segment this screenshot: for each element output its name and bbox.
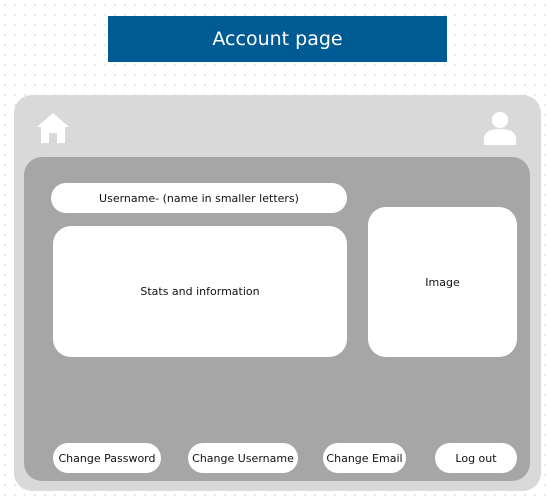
app-frame: Username- (name in smaller letters) Stat… [14,95,541,491]
image-label: Image [425,275,460,289]
username-field: Username- (name in smaller letters) [51,183,347,213]
home-icon[interactable] [36,111,70,145]
content-panel: Username- (name in smaller letters) Stat… [24,157,530,481]
profile-image: Image [368,207,517,357]
page-title: Account page [108,16,447,62]
change-email-button[interactable]: Change Email [323,443,406,473]
user-icon[interactable] [482,109,518,145]
page: Account page Username- (name in smaller … [0,0,547,499]
change-username-button[interactable]: Change Username [188,443,298,473]
stats-card: Stats and information [53,226,347,357]
log-out-button[interactable]: Log out [435,443,517,473]
change-password-button[interactable]: Change Password [53,443,161,473]
stats-label: Stats and information [140,285,260,298]
